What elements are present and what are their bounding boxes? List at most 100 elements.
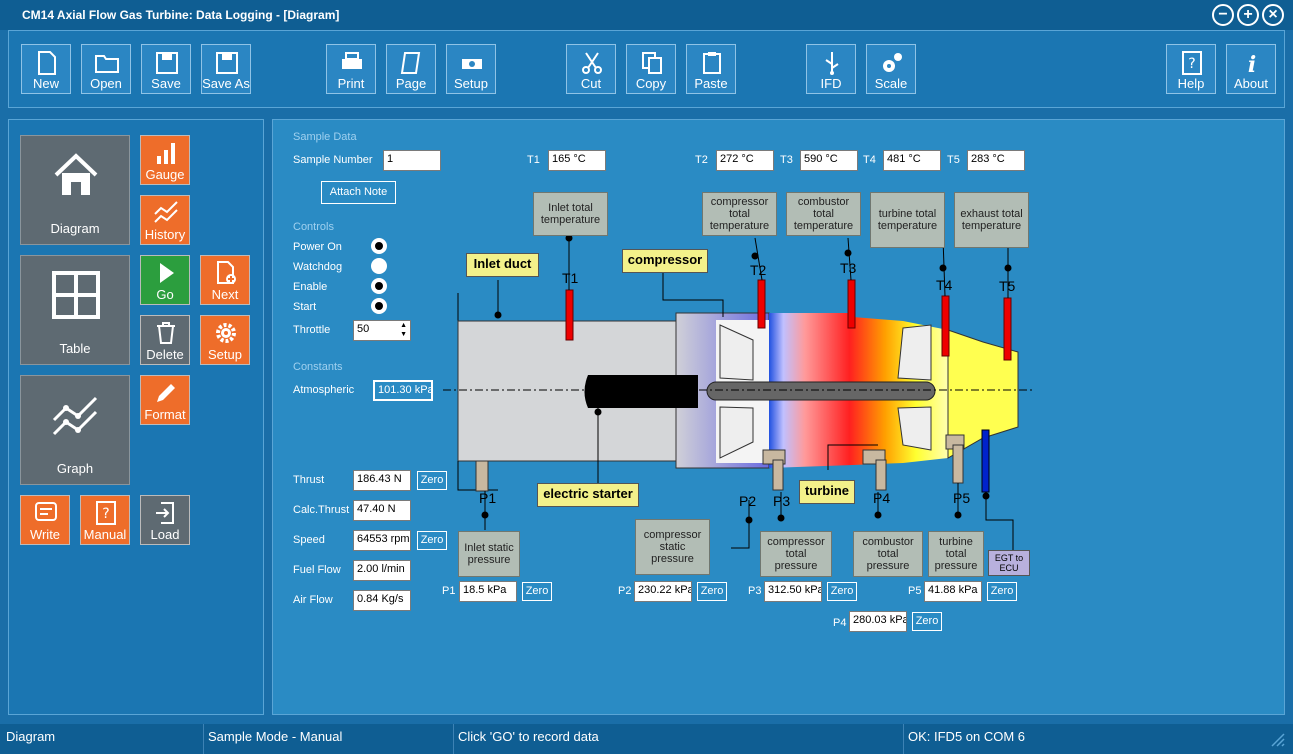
enable-label: Enable	[293, 281, 328, 293]
diagram-panel: Sample Data Sample Number 1 Attach Note …	[272, 119, 1285, 715]
setup-button[interactable]: Setup	[446, 44, 496, 94]
minimize-button[interactable]: −	[1212, 4, 1234, 26]
t1-probe-label: T1	[562, 270, 579, 286]
next-label: Next	[211, 287, 239, 302]
gauge-button[interactable]: Gauge	[140, 135, 190, 185]
scale-button[interactable]: Scale	[866, 44, 916, 94]
status-mode: Sample Mode - Manual	[208, 729, 343, 744]
p2-value: 230.22 kPa	[634, 581, 692, 602]
close-button[interactable]: ×	[1262, 4, 1284, 26]
manual-button[interactable]: ? Manual	[80, 495, 130, 545]
go-button[interactable]: Go	[140, 255, 190, 305]
page-button[interactable]: Page	[386, 44, 436, 94]
watchdog-toggle[interactable]	[371, 258, 387, 274]
import-icon	[156, 502, 174, 524]
t1-label: T1	[527, 154, 540, 166]
format-button[interactable]: Format	[140, 375, 190, 425]
paste-button[interactable]: Paste	[686, 44, 736, 94]
history-icon	[154, 201, 178, 223]
p2-zero-button[interactable]: Zero	[697, 582, 727, 601]
controls-section: Controls	[293, 221, 334, 233]
new-file-icon	[38, 51, 56, 75]
graph-view-button[interactable]: Graph	[20, 375, 130, 485]
p5-value: 41.88 kPa	[924, 581, 982, 602]
write-button[interactable]: Write	[20, 495, 70, 545]
scale-label: Scale	[874, 76, 908, 91]
load-button[interactable]: Load	[140, 495, 190, 545]
save-button[interactable]: Save	[141, 44, 191, 94]
next-button[interactable]: Next	[200, 255, 250, 305]
table-icon	[52, 271, 100, 319]
atmospheric-field[interactable]: 101.30 kPa	[373, 380, 433, 401]
new-label: New	[32, 76, 59, 91]
attach-note-button[interactable]: Attach Note	[321, 181, 396, 204]
t2-value: 272 °C	[716, 150, 774, 171]
navigation-panel: Diagram Table Graph Gauge History Go Nex…	[8, 119, 264, 715]
power-on-label: Power On	[293, 241, 342, 253]
p5-probe-label: P5	[953, 490, 971, 506]
sample-data-section: Sample Data	[293, 131, 357, 143]
status-view: Diagram	[6, 729, 56, 744]
new-button[interactable]: New	[21, 44, 71, 94]
cut-button[interactable]: Cut	[566, 44, 616, 94]
t1-value: 165 °C	[548, 150, 606, 171]
open-button[interactable]: Open	[81, 44, 131, 94]
p4-description: combustor total pressure	[853, 531, 923, 577]
print-button[interactable]: Print	[326, 44, 376, 94]
p4-zero-button[interactable]: Zero	[912, 612, 942, 631]
power-on-toggle[interactable]	[371, 238, 387, 254]
air-flow-value: 0.84 Kg/s	[353, 590, 411, 611]
throttle-spinner[interactable]: 50 ▲ ▼	[353, 320, 411, 341]
history-button[interactable]: History	[140, 195, 190, 245]
svg-text:?: ?	[1188, 56, 1195, 72]
turbine-tag: turbine	[799, 480, 855, 504]
thrust-label: Thrust	[293, 474, 325, 486]
about-label: About	[1234, 76, 1268, 91]
thrust-value: 186.43 N	[353, 470, 411, 491]
compressor-tag: compressor	[622, 249, 708, 273]
electric-starter-tag: electric starter	[537, 483, 639, 507]
t3-value: 590 °C	[800, 150, 858, 171]
help-button[interactable]: ? Help	[1166, 44, 1216, 94]
status-divider	[203, 724, 204, 754]
p1-value: 18.5 kPa	[459, 581, 517, 602]
status-hint: Click 'GO' to record data	[458, 729, 599, 744]
gear-icon	[216, 323, 236, 343]
p5-zero-button[interactable]: Zero	[987, 582, 1017, 601]
setup-nav-button[interactable]: Setup	[200, 315, 250, 365]
watchdog-label: Watchdog	[293, 261, 343, 273]
ifd-button[interactable]: IFD	[806, 44, 856, 94]
start-toggle[interactable]	[371, 298, 387, 314]
copy-button[interactable]: Copy	[626, 44, 676, 94]
atmospheric-label: Atmospheric	[293, 384, 355, 396]
maximize-button[interactable]: +	[1237, 4, 1259, 26]
paste-label: Paste	[694, 76, 728, 91]
printer-setup-icon	[462, 59, 482, 69]
t3-description: combustor total temperature	[786, 192, 861, 236]
graph-icon	[52, 396, 98, 436]
p3-label: P3	[748, 585, 762, 597]
add-page-icon	[217, 261, 236, 284]
status-divider	[453, 724, 454, 754]
t5-value: 283 °C	[967, 150, 1025, 171]
p3-zero-button[interactable]: Zero	[827, 582, 857, 601]
calc-thrust-value: 47.40 N	[353, 500, 411, 521]
about-button[interactable]: i About	[1226, 44, 1276, 94]
gears-icon	[883, 53, 902, 72]
thrust-zero-button[interactable]: Zero	[417, 471, 447, 490]
trash-icon	[157, 322, 175, 344]
diagram-view-button[interactable]: Diagram	[20, 135, 130, 245]
p1-zero-button[interactable]: Zero	[522, 582, 552, 601]
cut-label: Cut	[580, 76, 602, 91]
speed-zero-button[interactable]: Zero	[417, 531, 447, 550]
save-as-button[interactable]: Save As	[201, 44, 251, 94]
delete-button[interactable]: Delete	[140, 315, 190, 365]
enable-toggle[interactable]	[371, 278, 387, 294]
resize-grip-icon[interactable]	[1268, 730, 1286, 748]
p2-probe-label: P2	[739, 493, 757, 509]
constants-section: Constants	[293, 361, 343, 373]
table-view-button[interactable]: Table	[20, 255, 130, 365]
spinner-arrows-icon[interactable]: ▲ ▼	[400, 321, 407, 339]
sample-number-field[interactable]: 1	[383, 150, 441, 171]
manual-book-icon: ?	[96, 501, 116, 525]
